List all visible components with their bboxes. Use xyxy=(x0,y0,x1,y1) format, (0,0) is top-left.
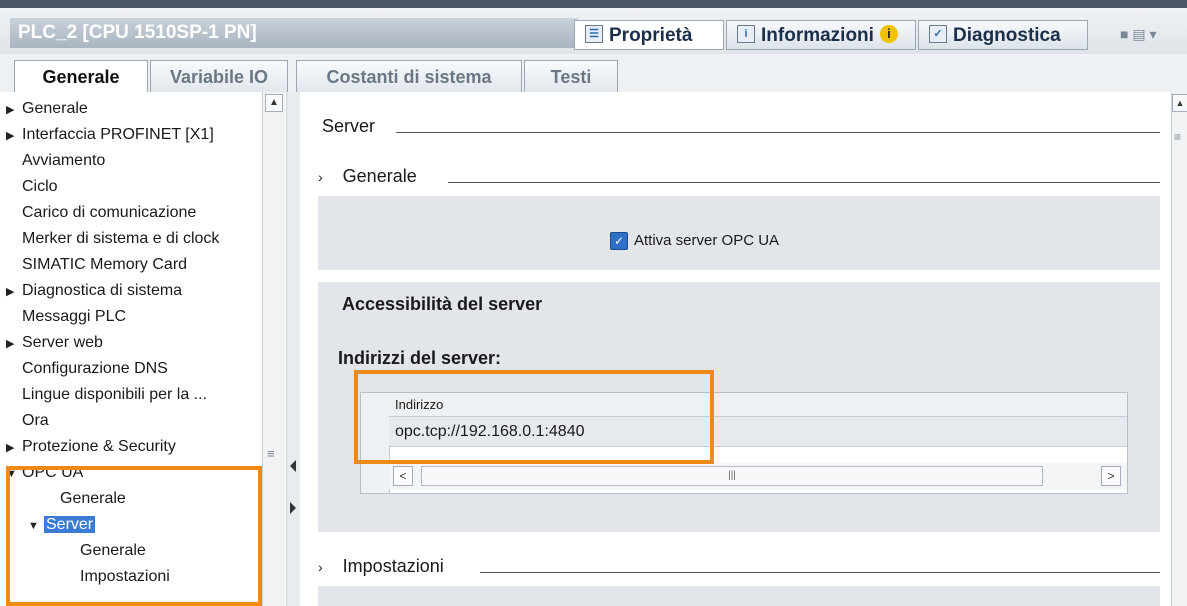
nav-item-messaggi-plc[interactable]: Messaggi PLC xyxy=(6,304,126,330)
accessibility-title: Accessibilità del server xyxy=(342,294,543,314)
window-top-border xyxy=(0,0,1187,8)
nav-item-server-web[interactable]: ▶ Server web xyxy=(6,330,103,356)
tab-diagnostica-label: Diagnostica xyxy=(953,25,1061,46)
nav-item-interfaccia-profinet[interactable]: ▶ Interfaccia PROFINET [X1] xyxy=(6,122,214,148)
section-divider xyxy=(396,132,1160,133)
nav-item-configurazione-dns[interactable]: Configurazione DNS xyxy=(6,356,168,382)
nav-item-label: Ciclo xyxy=(22,178,58,195)
address-highlight-box xyxy=(354,370,714,464)
nav-item-label: Avviamento xyxy=(22,152,106,169)
scroll-grip-icon[interactable]: ≡ xyxy=(1174,130,1181,144)
nav-item-lingue[interactable]: Lingue disponibili per la ... xyxy=(6,382,207,408)
nav-item-label: Protezione & Security xyxy=(22,438,176,455)
section-divider xyxy=(448,182,1160,183)
scroll-up-icon[interactable]: ▲ xyxy=(265,94,283,112)
section-arrow-icon: › xyxy=(318,169,323,185)
section-divider xyxy=(480,572,1160,573)
nav-item-label: Interfaccia PROFINET [X1] xyxy=(22,126,214,143)
nav-item-avviamento[interactable]: Avviamento xyxy=(6,148,105,174)
nav-item-label: Configurazione DNS xyxy=(22,360,168,377)
generale-panel: ✓ Attiva server OPC UA xyxy=(318,196,1160,270)
section-generale-label: Generale xyxy=(342,166,417,186)
enable-opc-ua-label: Attiva server OPC UA xyxy=(634,232,780,249)
expand-arrow-icon[interactable]: ▶ xyxy=(6,279,22,305)
properties-content: Server › Generale ✓ Attiva server OPC UA A… xyxy=(300,92,1171,606)
nav-item-label: Lingue disponibili per la ... xyxy=(22,386,208,403)
enable-opc-ua-row[interactable]: ✓ Attiva server OPC UA xyxy=(610,232,780,251)
scroll-thumb[interactable]: ||| xyxy=(421,466,1043,486)
expand-arrow-icon[interactable]: ▶ xyxy=(6,123,22,149)
nav-scrollbar[interactable]: ▲ ≡ xyxy=(262,92,285,606)
nav-item-label: Carico di comunicazione xyxy=(22,204,197,221)
nav-item-ciclo[interactable]: Ciclo xyxy=(6,174,58,200)
content-scrollbar[interactable]: ▲ ≡ xyxy=(1171,92,1187,606)
tab-informazioni[interactable]: i Informazioni i xyxy=(726,20,916,50)
nav-highlight-box xyxy=(6,466,262,606)
tab-generale[interactable]: Generale xyxy=(14,60,148,93)
inspector-title-bar: PLC_2 [CPU 1510SP-1 PN] ☰ Proprietà i Info… xyxy=(0,0,1187,54)
expand-arrow-icon[interactable]: ▶ xyxy=(6,331,22,357)
scroll-left-icon[interactable]: < xyxy=(393,466,413,486)
collapse-left-icon[interactable] xyxy=(290,460,296,472)
nav-item-protezione-security[interactable]: ▶ Protezione & Security xyxy=(6,434,176,460)
panel-splitter[interactable] xyxy=(286,92,301,606)
section-title-server: Server xyxy=(322,116,376,136)
impostazioni-panel xyxy=(318,586,1160,606)
nav-item-label: Generale xyxy=(22,100,88,117)
server-addresses-title: Indirizzi del server: xyxy=(338,348,502,368)
nav-item-carico-comunicazione[interactable]: Carico di comunicazione xyxy=(6,200,196,226)
table-horizontal-scrollbar[interactable]: < ||| > xyxy=(389,463,1127,489)
navigation-tree: ▶ Generale ▶ Interfaccia PROFINET [X1] Avv… xyxy=(0,92,291,606)
nav-item-label: Ora xyxy=(22,412,49,429)
checkbox-checked-icon[interactable]: ✓ xyxy=(610,232,628,251)
nav-item-merker-clock[interactable]: Merker di sistema e di clock xyxy=(6,226,219,252)
section-impostazioni[interactable]: › Impostazioni xyxy=(318,556,444,577)
window-controls-icon[interactable]: ■ ▤ ▾ xyxy=(1120,26,1157,43)
tab-variabile-io[interactable]: Variabile IO xyxy=(150,60,288,92)
nav-item-label: Diagnostica di sistema xyxy=(22,282,183,299)
nav-item-label: Server web xyxy=(22,334,103,351)
scroll-up-icon[interactable]: ▲ xyxy=(1172,94,1187,112)
property-tabs: Generale Variabile IO Costanti di sistem… xyxy=(0,54,1187,93)
expand-arrow-icon[interactable]: ▶ xyxy=(6,435,22,461)
nav-item-memory-card[interactable]: SIMATIC Memory Card xyxy=(6,252,187,278)
info-icon: i xyxy=(737,25,755,44)
tab-informazioni-label: Informazioni xyxy=(761,25,874,46)
nav-item-diagnostica-sistema[interactable]: ▶ Diagnostica di sistema xyxy=(6,278,182,304)
scroll-grip-icon[interactable]: ≡ xyxy=(267,446,275,461)
tab-proprieta[interactable]: ☰ Proprietà xyxy=(574,20,724,50)
tab-diagnostica[interactable]: ✓ Diagnostica xyxy=(918,20,1088,50)
properties-icon: ☰ xyxy=(585,25,603,44)
tab-testi[interactable]: Testi xyxy=(524,60,618,92)
expand-arrow-icon[interactable]: ▶ xyxy=(6,97,22,123)
scroll-right-icon[interactable]: > xyxy=(1101,466,1121,486)
nav-item-label: SIMATIC Memory Card xyxy=(22,256,188,273)
device-title: PLC_2 [CPU 1510SP-1 PN] xyxy=(10,18,578,48)
nav-item-label: Messaggi PLC xyxy=(22,308,127,325)
section-impostazioni-label: Impostazioni xyxy=(342,556,444,576)
nav-item-ora[interactable]: Ora xyxy=(6,408,49,434)
section-generale[interactable]: › Generale xyxy=(318,166,417,187)
tab-proprieta-label: Proprietà xyxy=(609,25,693,46)
nav-item-label: Merker di sistema e di clock xyxy=(22,230,220,247)
tab-costanti-di-sistema[interactable]: Costanti di sistema xyxy=(296,60,522,92)
nav-item-generale[interactable]: ▶ Generale xyxy=(6,96,88,122)
expand-right-icon[interactable] xyxy=(290,502,296,514)
section-arrow-icon: › xyxy=(318,559,323,575)
diagnostics-icon: ✓ xyxy=(929,25,947,44)
info-badge-icon: i xyxy=(879,25,898,44)
